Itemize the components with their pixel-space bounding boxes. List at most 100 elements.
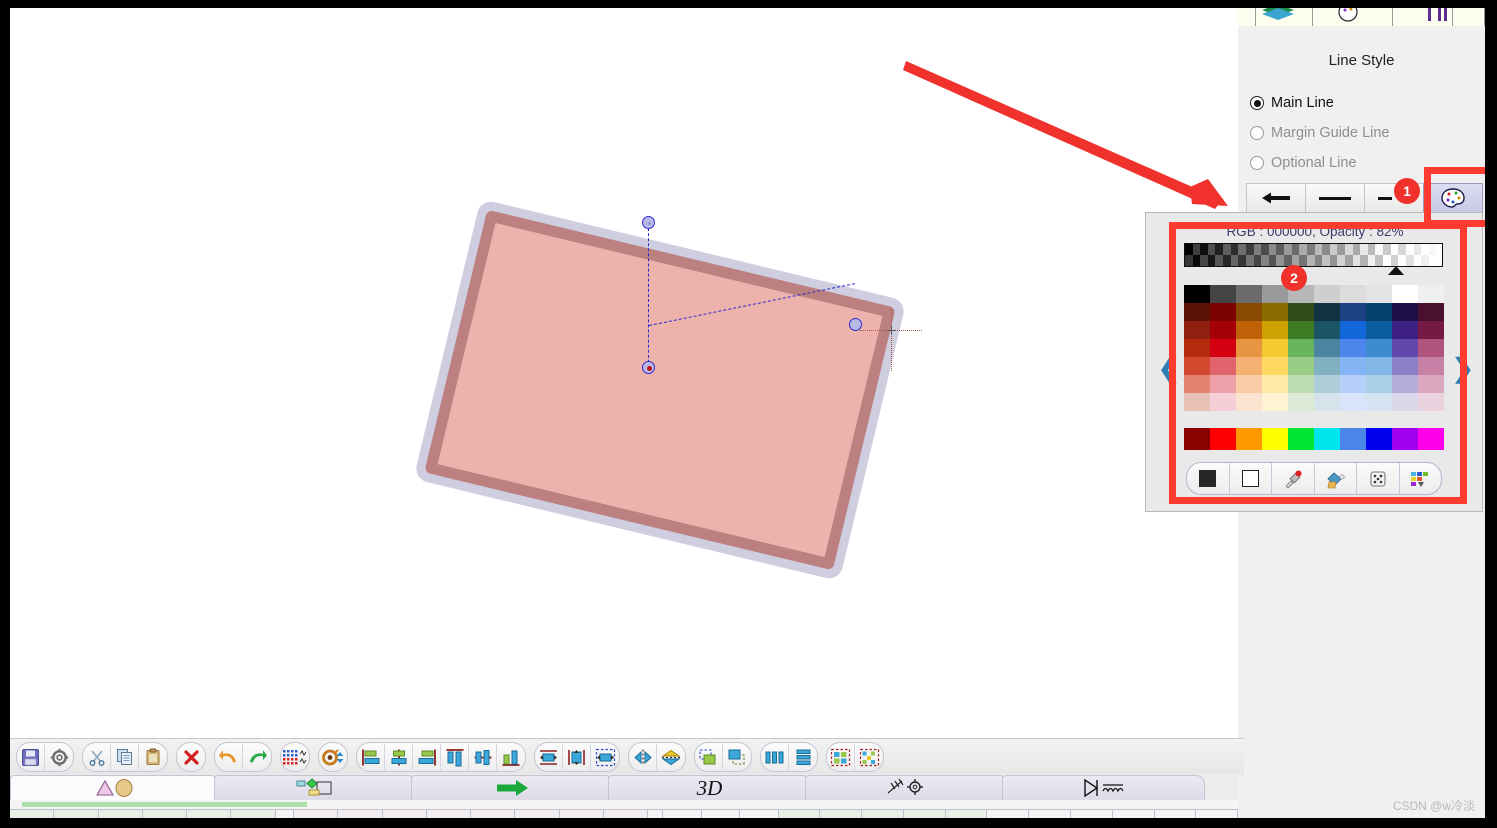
cut-button[interactable]	[83, 744, 111, 770]
color-swatch[interactable]	[1262, 303, 1288, 321]
bright-color-swatch[interactable]	[1340, 428, 1366, 450]
timeline-cell[interactable]	[294, 809, 339, 818]
paste-button[interactable]	[139, 744, 167, 770]
timeline-cell[interactable]	[740, 809, 779, 818]
prev-palette-arrow[interactable]: ❮	[1158, 355, 1180, 381]
color-swatch[interactable]	[1392, 357, 1418, 375]
color-swatch[interactable]	[1184, 285, 1210, 303]
color-swatch[interactable]	[1288, 339, 1314, 357]
timeline-cell[interactable]	[987, 809, 1030, 818]
redo-button[interactable]	[243, 744, 271, 770]
color-swatch[interactable]	[1236, 285, 1262, 303]
color-swatch[interactable]	[1184, 393, 1210, 411]
timeline-cell[interactable]	[426, 809, 472, 818]
color-swatch[interactable]	[1418, 375, 1444, 393]
bring-front-button[interactable]	[695, 744, 723, 770]
color-swatch[interactable]	[1288, 321, 1314, 339]
color-swatch[interactable]	[1418, 339, 1444, 357]
color-swatch[interactable]	[1314, 321, 1340, 339]
rotate-button[interactable]	[319, 744, 347, 770]
dock-top-toolbar-strip[interactable]	[1238, 8, 1485, 26]
align-center-h-button[interactable]	[385, 744, 413, 770]
color-swatch[interactable]	[1418, 303, 1444, 321]
color-swatch[interactable]	[1418, 285, 1444, 303]
radio-option-margin-guide-line[interactable]: Margin Guide Line	[1250, 122, 1390, 144]
color-swatch[interactable]	[1366, 339, 1392, 357]
color-swatch[interactable]	[1340, 285, 1366, 303]
align-left-button[interactable]	[357, 744, 385, 770]
color-swatch[interactable]	[1262, 339, 1288, 357]
solid-line-style-button[interactable]	[1305, 183, 1365, 213]
foreground-color-swatch[interactable]	[1187, 463, 1230, 494]
color-swatch[interactable]	[1314, 303, 1340, 321]
color-swatch[interactable]	[1392, 375, 1418, 393]
timeline-cell[interactable]	[945, 809, 988, 818]
timeline-cell[interactable]	[10, 809, 55, 818]
random-color-tool[interactable]	[1357, 463, 1400, 494]
timeline-cell[interactable]	[778, 809, 821, 818]
color-swatch[interactable]	[1314, 339, 1340, 357]
timeline-cell[interactable]	[603, 809, 649, 818]
color-swatch[interactable]	[1288, 303, 1314, 321]
tab-shapes[interactable]	[10, 775, 220, 800]
color-swatch[interactable]	[1210, 285, 1236, 303]
bright-color-swatch[interactable]	[1288, 428, 1314, 450]
array-grid-button[interactable]	[827, 744, 855, 770]
tab-signal[interactable]	[1002, 775, 1205, 800]
timeline-cell[interactable]	[142, 809, 188, 818]
grid-snap-button[interactable]	[281, 744, 309, 770]
bright-color-swatch[interactable]	[1262, 428, 1288, 450]
settings-button[interactable]	[45, 744, 73, 770]
color-swatch[interactable]	[1392, 321, 1418, 339]
arrow-style-button[interactable]	[1246, 183, 1306, 213]
fit-selection-button[interactable]	[591, 744, 619, 770]
color-swatch[interactable]	[1210, 375, 1236, 393]
send-back-button[interactable]	[723, 744, 751, 770]
align-top-button[interactable]	[441, 744, 469, 770]
color-palette-button[interactable]	[1423, 183, 1483, 213]
color-swatch[interactable]	[1236, 321, 1262, 339]
radio-margin-guide-indicator[interactable]	[1250, 126, 1264, 140]
timeline-cell[interactable]	[701, 809, 741, 818]
color-swatch-grid[interactable]	[1184, 285, 1444, 411]
radio-option-optional-line[interactable]: Optional Line	[1250, 152, 1356, 174]
timeline-cells[interactable]	[10, 809, 1239, 818]
save-button[interactable]	[17, 744, 45, 770]
color-swatch[interactable]	[1418, 357, 1444, 375]
color-swatch[interactable]	[1340, 375, 1366, 393]
timeline-cell[interactable]	[862, 809, 904, 818]
timeline-cell[interactable]	[231, 809, 276, 818]
timeline-cell[interactable]	[1112, 809, 1155, 818]
radio-main-line-indicator[interactable]	[1250, 96, 1264, 110]
rotated-rectangle-shape[interactable]	[413, 198, 907, 582]
color-swatch[interactable]	[1288, 375, 1314, 393]
timeline-cell[interactable]	[820, 809, 863, 818]
timeline-cell[interactable]	[648, 809, 664, 818]
color-swatch[interactable]	[1288, 357, 1314, 375]
opacity-marker-icon[interactable]	[1388, 266, 1404, 275]
paint-bucket-tool[interactable]	[1315, 463, 1357, 494]
rotation-handle[interactable]	[642, 216, 655, 229]
color-swatch[interactable]	[1184, 339, 1210, 357]
palette-set-tool[interactable]	[1400, 463, 1442, 494]
center-handle[interactable]	[642, 361, 655, 374]
color-swatch[interactable]	[1314, 393, 1340, 411]
tab-flow[interactable]	[411, 775, 614, 800]
space-rows-button[interactable]	[789, 744, 817, 770]
timeline-cell[interactable]	[903, 809, 946, 818]
timeline-cell[interactable]	[382, 809, 427, 818]
background-color-swatch[interactable]	[1230, 463, 1272, 494]
color-swatch[interactable]	[1210, 321, 1236, 339]
undo-button[interactable]	[215, 744, 243, 770]
delete-button[interactable]	[177, 744, 205, 770]
bright-color-swatch[interactable]	[1236, 428, 1262, 450]
timeline-cell[interactable]	[1196, 809, 1239, 818]
eyedropper-tool[interactable]	[1272, 463, 1315, 494]
bright-color-swatch[interactable]	[1392, 428, 1418, 450]
timeline-cell[interactable]	[275, 809, 295, 818]
bright-color-swatch[interactable]	[1184, 428, 1210, 450]
align-right-button[interactable]	[413, 744, 441, 770]
distribute-h-button[interactable]	[535, 744, 563, 770]
radio-optional-line-indicator[interactable]	[1250, 156, 1264, 170]
color-swatch[interactable]	[1184, 375, 1210, 393]
